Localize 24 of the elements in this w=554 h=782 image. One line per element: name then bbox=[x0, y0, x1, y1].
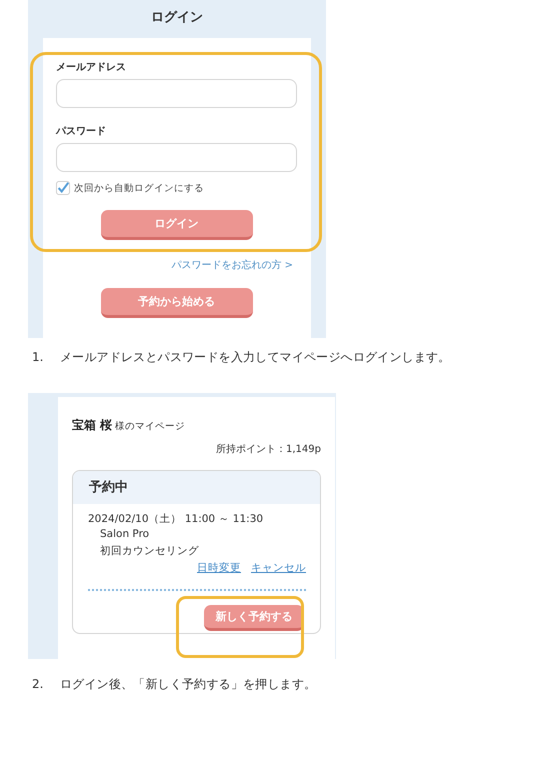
step-number: 1. bbox=[31, 350, 44, 364]
reservation-header: 予約中 bbox=[73, 471, 320, 504]
field-label: メールアドレス bbox=[56, 61, 127, 74]
page-title: 様のマイページ bbox=[115, 420, 186, 433]
step-text: ログイン後、「新しく予約する」を押します。 bbox=[60, 676, 316, 692]
points-text: 所持ポイント：1,149p bbox=[215, 442, 321, 456]
forgot-password-link[interactable]: パスワードをお忘れの方 > bbox=[171, 260, 293, 271]
menu-name: 初回カウンセリング bbox=[99, 544, 200, 559]
reservation-link[interactable]: キャンセル bbox=[251, 561, 306, 575]
new-reservation-button[interactable]: 新しく予約する bbox=[204, 605, 304, 631]
reservation-datetime: 2024/02/10（土） 11:00 ～ 11:30 bbox=[88, 512, 264, 527]
step-text: メールアドレスとパスワードを入力してマイページへログインします。 bbox=[60, 348, 450, 366]
screen-title: ログイン bbox=[150, 9, 204, 27]
salon-name: Salon Pro bbox=[99, 528, 150, 542]
start-reservation-button[interactable]: 予約から始める bbox=[100, 288, 252, 318]
field-label: パスワード bbox=[56, 125, 107, 138]
checkbox-label: 次回から自動ログインにする bbox=[74, 182, 204, 194]
checkbox[interactable] bbox=[56, 181, 70, 195]
email-field[interactable] bbox=[56, 79, 297, 108]
login-button[interactable]: ログイン bbox=[100, 210, 252, 240]
step-number: 2. bbox=[31, 677, 44, 691]
password-field[interactable] bbox=[56, 143, 297, 172]
user-name: 宝箱 桜 bbox=[72, 417, 112, 434]
reservation-link[interactable]: 日時変更 bbox=[197, 561, 241, 575]
